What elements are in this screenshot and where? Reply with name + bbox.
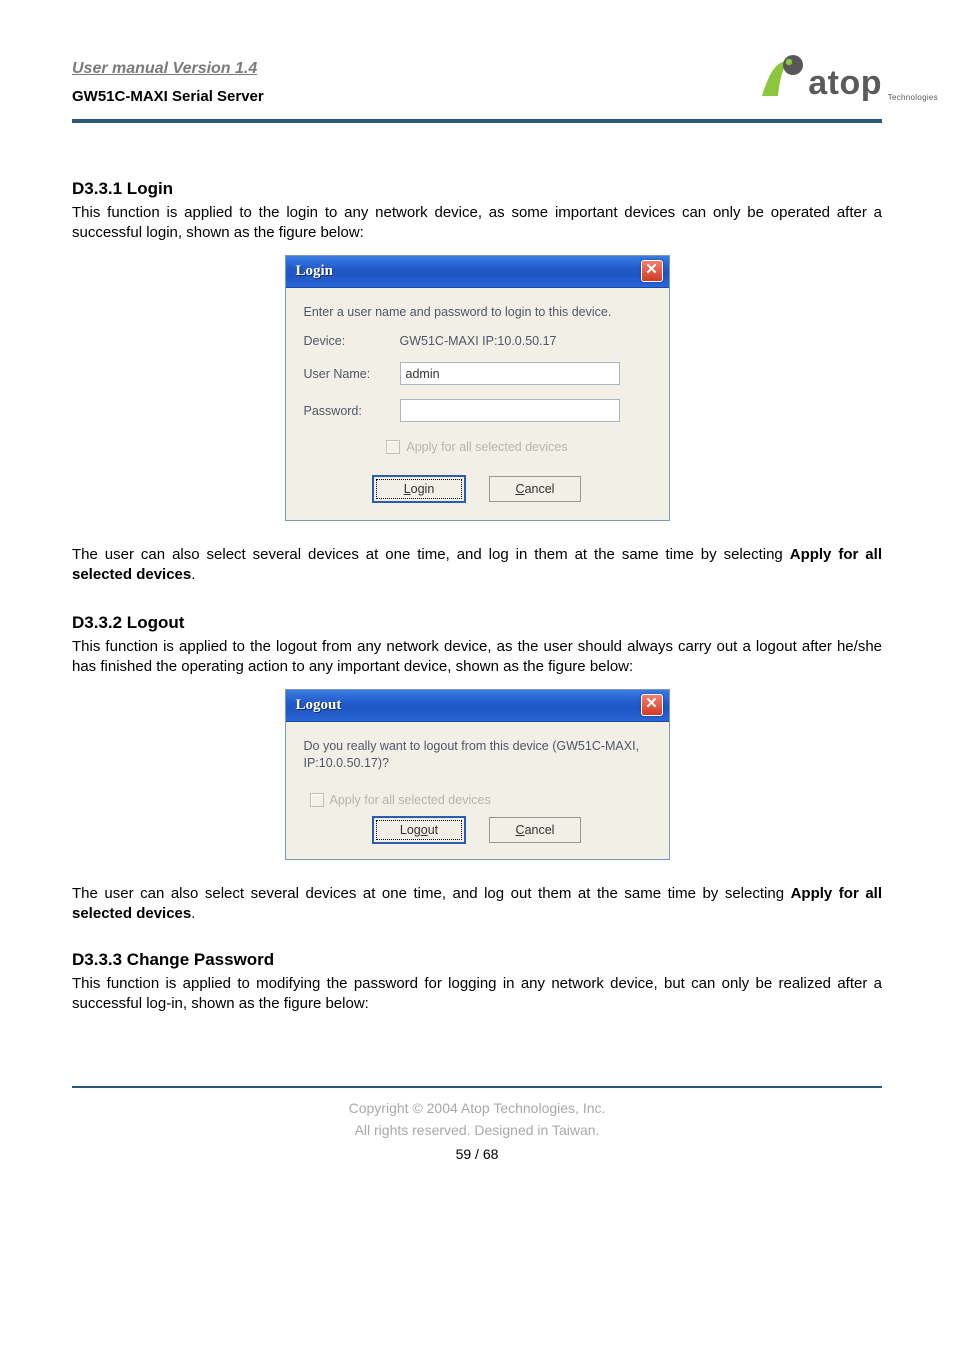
username-field[interactable] <box>400 362 620 385</box>
login-prompt: Enter a user name and password to login … <box>304 304 651 321</box>
logo-text: atop Technologies <box>808 66 882 100</box>
device-value: GW51C-MAXI IP:10.0.50.17 <box>400 334 557 348</box>
brand-logo: atop Technologies <box>758 52 882 100</box>
document-header: User manual Version 1.4 GW51C-MAXI Seria… <box>72 60 882 123</box>
login-after-para: The user can also select several devices… <box>72 545 882 585</box>
login-dialog: Login ✕ Enter a user name and password t… <box>285 255 670 522</box>
logout-dialog-title: Logout <box>296 697 342 714</box>
login-button[interactable]: Login <box>373 476 465 502</box>
logout-button[interactable]: Logout <box>373 817 465 843</box>
section-para-logout: This function is applied to the logout f… <box>72 637 882 677</box>
password-field[interactable] <box>400 399 620 422</box>
apply-all-checkbox[interactable] <box>310 793 324 807</box>
cancel-button[interactable]: Cancel <box>489 476 581 502</box>
close-icon[interactable]: ✕ <box>641 694 663 716</box>
password-label: Password: <box>304 404 390 418</box>
product-name: GW51C-MAXI Serial Server <box>72 88 264 105</box>
apply-all-label: Apply for all selected devices <box>406 440 567 454</box>
logo-icon <box>758 52 806 100</box>
section-heading-changepw: D3.3.3 Change Password <box>72 950 882 970</box>
rights-line: All rights reserved. Designed in Taiwan. <box>72 1122 882 1138</box>
login-dialog-title: Login <box>296 263 334 280</box>
logo-subtext: Technologies <box>888 94 938 102</box>
login-dialog-titlebar: Login ✕ <box>286 256 669 288</box>
section-heading-logout: D3.3.2 Logout <box>72 613 882 633</box>
apply-all-label: Apply for all selected devices <box>330 793 491 807</box>
manual-version: User manual Version 1.4 <box>72 60 264 78</box>
logout-prompt: Do you really want to logout from this d… <box>304 738 651 772</box>
cancel-button[interactable]: Cancel <box>489 817 581 843</box>
apply-all-checkbox[interactable] <box>386 440 400 454</box>
section-para-changepw: This function is applied to modifying th… <box>72 974 882 1014</box>
logout-after-para: The user can also select several devices… <box>72 884 882 924</box>
logout-dialog: Logout ✕ Do you really want to logout fr… <box>285 689 670 861</box>
username-label: User Name: <box>304 367 390 381</box>
page-footer: Copyright © 2004 Atop Technologies, Inc.… <box>72 1086 882 1194</box>
section-para-login: This function is applied to the login to… <box>72 203 882 243</box>
copyright-line: Copyright © 2004 Atop Technologies, Inc. <box>72 1100 882 1116</box>
logout-dialog-titlebar: Logout ✕ <box>286 690 669 722</box>
page-number: 59 / 68 <box>72 1146 882 1162</box>
close-icon[interactable]: ✕ <box>641 260 663 282</box>
section-heading-login: D3.3.1 Login <box>72 179 882 199</box>
device-label: Device: <box>304 334 390 348</box>
